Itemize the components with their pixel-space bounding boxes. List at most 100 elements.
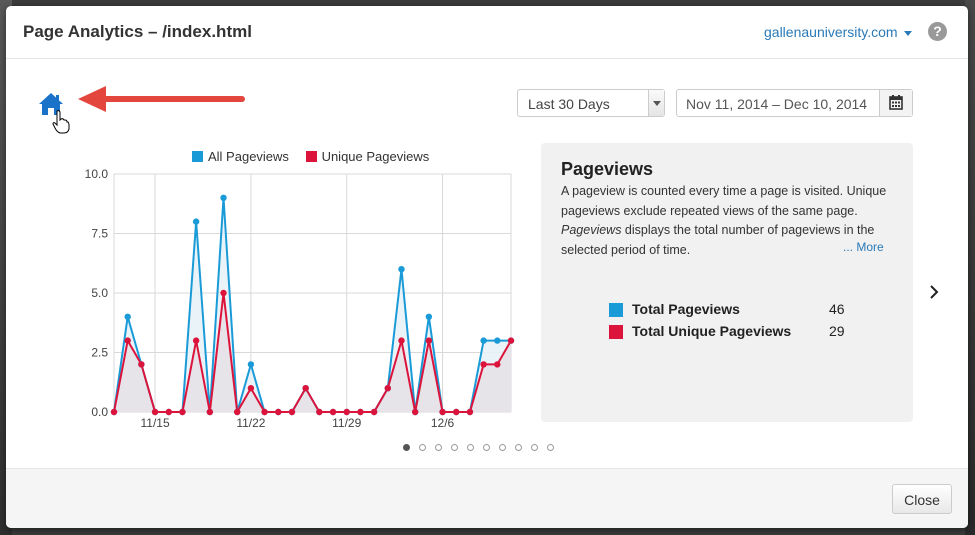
legend-label-all: All Pageviews xyxy=(208,149,289,164)
legend-label-unique: Unique Pageviews xyxy=(321,149,430,164)
info-title: Pageviews xyxy=(561,159,654,179)
series-line-all-pageviews xyxy=(113,197,511,413)
pager-dot[interactable] xyxy=(435,444,442,451)
pager-dot[interactable] xyxy=(467,444,474,451)
legend-swatch-all xyxy=(192,151,203,162)
date-range-field[interactable]: Nov 11, 2014 – Dec 10, 2014 xyxy=(676,89,913,117)
total-row-unique: Total Unique Pageviews 29 xyxy=(609,322,889,344)
modal-title: Page Analytics – /index.html xyxy=(23,22,252,41)
x-tick-label: 12/6 xyxy=(431,416,455,430)
data-point-unique-pageviews xyxy=(343,408,350,416)
select-arrow-icon xyxy=(648,90,664,116)
legend-swatch-unique xyxy=(305,151,317,162)
calendar-button[interactable] xyxy=(879,90,912,116)
modal-header: Page Analytics – /index.html gallenauniv… xyxy=(6,6,968,59)
info-description: A pageview is counted every time a page … xyxy=(561,182,891,260)
info-desc-emphasis: Pageviews xyxy=(561,223,622,237)
page-analytics-modal: Page Analytics – /index.html gallenauniv… xyxy=(6,6,968,528)
carousel-pager xyxy=(403,438,563,456)
data-point-unique-pageviews xyxy=(179,408,186,416)
x-tick-label: 11/22 xyxy=(236,416,265,430)
y-tick-label: 5.0 xyxy=(91,286,108,300)
total-value-pageviews: 46 xyxy=(829,301,845,317)
data-point-unique-pageviews xyxy=(138,361,145,368)
data-point-unique-pageviews xyxy=(288,408,296,416)
data-point-all-pageviews xyxy=(192,218,200,225)
data-point-unique-pageviews xyxy=(261,408,268,416)
data-point-unique-pageviews xyxy=(206,408,214,416)
data-point-unique-pageviews xyxy=(151,408,159,416)
legend-item-unique[interactable]: Unique Pageviews xyxy=(305,149,430,164)
data-point-all-pageviews xyxy=(247,361,255,368)
red-arrow-icon xyxy=(76,84,246,119)
data-point-unique-pageviews xyxy=(357,408,364,416)
site-selector-label: gallenauniversity.com xyxy=(764,24,898,40)
data-point-unique-pageviews xyxy=(439,408,446,416)
data-point-unique-pageviews xyxy=(124,337,131,344)
help-icon[interactable]: ? xyxy=(928,22,947,41)
data-point-unique-pageviews xyxy=(165,408,172,416)
pager-dot[interactable] xyxy=(547,444,554,451)
pager-dot[interactable] xyxy=(499,444,506,451)
y-tick-label: 10.0 xyxy=(85,167,109,181)
data-point-unique-pageviews xyxy=(192,337,200,344)
data-point-unique-pageviews xyxy=(411,408,419,416)
more-link[interactable]: ... More xyxy=(843,240,884,254)
info-desc-part1: A pageview is counted every time a page … xyxy=(561,184,887,218)
date-range-value: Nov 11, 2014 – Dec 10, 2014 xyxy=(686,96,868,112)
data-point-unique-pageviews xyxy=(370,408,378,416)
data-point-unique-pageviews xyxy=(466,408,474,416)
data-point-all-pageviews xyxy=(220,194,227,201)
data-point-unique-pageviews xyxy=(220,289,227,297)
legend-item-all[interactable]: All Pageviews xyxy=(192,149,289,164)
x-tick-label: 11/15 xyxy=(140,416,169,430)
total-value-unique: 29 xyxy=(829,323,845,339)
data-point-unique-pageviews xyxy=(507,337,515,344)
data-point-unique-pageviews xyxy=(316,408,323,416)
pager-dot[interactable] xyxy=(403,444,410,451)
date-range-select[interactable]: Last 30 Days xyxy=(517,89,665,117)
pager-dot[interactable] xyxy=(419,444,426,451)
total-swatch-pageviews xyxy=(609,303,623,317)
data-point-unique-pageviews xyxy=(302,385,309,392)
data-point-unique-pageviews xyxy=(494,361,501,368)
hand-cursor-icon xyxy=(52,110,70,139)
pager-dot[interactable] xyxy=(531,444,538,451)
date-range-select-value: Last 30 Days xyxy=(528,96,610,112)
site-selector[interactable]: gallenauniversity.com xyxy=(764,24,912,40)
modal-footer: Close xyxy=(6,468,968,528)
data-point-unique-pageviews xyxy=(453,408,460,416)
y-tick-label: 2.5 xyxy=(91,346,108,360)
caret-down-icon xyxy=(903,30,912,36)
data-point-all-pageviews xyxy=(124,313,131,320)
data-point-unique-pageviews xyxy=(110,408,118,416)
data-point-all-pageviews xyxy=(425,313,433,320)
data-point-unique-pageviews xyxy=(425,337,433,344)
x-tick-label: 11/29 xyxy=(332,416,361,430)
data-point-all-pageviews xyxy=(398,266,405,273)
data-point-all-pageviews xyxy=(494,337,501,344)
series-area-all-pageviews xyxy=(114,197,511,412)
data-point-all-pageviews xyxy=(480,337,487,344)
pager-dot[interactable] xyxy=(515,444,522,451)
y-tick-label: 0.0 xyxy=(91,405,108,419)
chevron-right-icon[interactable] xyxy=(929,284,939,305)
calendar-icon xyxy=(889,95,903,110)
data-point-unique-pageviews xyxy=(329,408,337,416)
total-row-pageviews: Total Pageviews 46 xyxy=(609,300,889,322)
close-button[interactable]: Close xyxy=(892,484,952,514)
data-point-unique-pageviews xyxy=(384,385,391,392)
pager-dot[interactable] xyxy=(483,444,490,451)
data-point-unique-pageviews xyxy=(234,408,241,416)
data-point-unique-pageviews xyxy=(480,361,487,368)
y-tick-label: 7.5 xyxy=(91,227,108,241)
total-label-pageviews: Total Pageviews xyxy=(632,301,740,317)
chart-legend: All Pageviews Unique Pageviews xyxy=(192,149,442,164)
pager-dot[interactable] xyxy=(451,444,458,451)
totals-list: Total Pageviews 46 Total Unique Pageview… xyxy=(609,300,889,344)
pageviews-chart: 10.0 7.5 5.0 2.5 0.0 11/15 11/22 11/29 12/6 xyxy=(85,167,515,430)
data-point-unique-pageviews xyxy=(275,408,282,416)
data-point-unique-pageviews xyxy=(247,385,255,392)
info-panel: Pageviews A pageview is counted every ti… xyxy=(541,143,913,422)
total-label-unique: Total Unique Pageviews xyxy=(632,323,792,339)
